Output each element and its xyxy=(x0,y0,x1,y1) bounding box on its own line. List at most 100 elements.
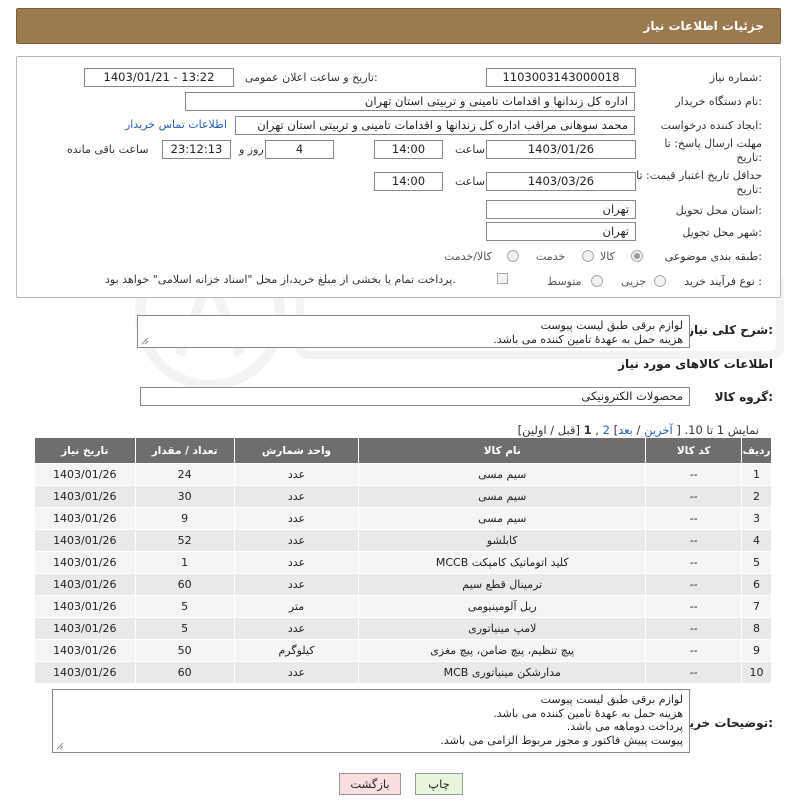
header-unit: واحد شمارش xyxy=(233,437,360,464)
category-service-radio[interactable] xyxy=(582,250,594,262)
process-medium-radio[interactable] xyxy=(591,275,603,287)
buyer-notes-line-3: پرداخت دوماهه می باشد. xyxy=(566,720,683,733)
cell-item-name: ترمینال قطع سیم xyxy=(358,573,647,596)
table-row: 9 -- پیچ تنظیم، پیچ ضامن، پیچ مغزی کیلوگرم 5… xyxy=(34,639,772,662)
pagination-current-page: 1 xyxy=(583,423,592,437)
pagination-summary: نمایش 1 تا 10. xyxy=(684,423,759,437)
cell-unit: عدد xyxy=(233,463,360,486)
validity-time-label: ساعت xyxy=(455,175,485,188)
description-label: شرح کلی نیاز: xyxy=(687,323,773,337)
page-header: جزئیات اطلاعات نیاز xyxy=(16,8,781,44)
pagination-last-link[interactable]: آخرین xyxy=(644,423,673,437)
cell-unit: متر xyxy=(233,595,360,618)
cell-quantity: 50 xyxy=(134,639,235,662)
cell-unit: عدد xyxy=(233,661,360,684)
cell-item-name: کابلشو xyxy=(358,529,647,552)
header-quantity: تعداد / مقدار xyxy=(134,437,235,464)
header-row-number: ردیف xyxy=(741,437,772,464)
buyer-org-field: اداره کل زندانها و اقدامات تامینی و تربی… xyxy=(185,92,635,111)
table-row: 3 -- سیم مسی عدد 9 1403/01/26 xyxy=(34,507,772,530)
cell-item-code: -- xyxy=(645,551,743,574)
cell-unit: کیلوگرم xyxy=(233,639,360,662)
cell-quantity: 1 xyxy=(134,551,235,574)
cell-item-name: پیچ تنظیم، پیچ ضامن، پیچ مغزی xyxy=(358,639,647,662)
table-row: 6 -- ترمینال قطع سیم عدد 60 1403/01/26 xyxy=(34,573,772,596)
buyer-contact-link[interactable]: اطلاعات تماس خریدار xyxy=(125,118,227,131)
table-row: 8 -- لامپ مینیاتوری عدد 5 1403/01/26 xyxy=(34,617,772,640)
reply-time-label: ساعت xyxy=(455,143,485,156)
goods-group-label: گروه کالا: xyxy=(714,390,773,404)
process-partial-radio[interactable] xyxy=(654,275,666,287)
cell-quantity: 52 xyxy=(134,529,235,552)
cell-row-number: 5 xyxy=(741,551,772,574)
cell-row-number: 9 xyxy=(741,639,772,662)
category-service-label: خدمت xyxy=(536,250,566,263)
cell-need-date: 1403/01/26 xyxy=(34,617,136,640)
resize-handle-icon[interactable] xyxy=(141,337,149,345)
pagination-open-bracket: [ xyxy=(676,423,681,437)
treasury-payment-checkbox[interactable] xyxy=(497,273,508,284)
creator-field: محمد سوهانی مراقب اداره کل زندانها و اقد… xyxy=(235,116,635,135)
category-goods-radio[interactable] xyxy=(631,250,643,262)
cell-need-date: 1403/01/26 xyxy=(34,551,136,574)
buyer-notes-line-1: لوازم برقی طبق لیست پیوست xyxy=(540,693,683,706)
cell-item-code: -- xyxy=(645,595,743,618)
pagination-prev-first: [قبل / اولین] xyxy=(517,423,580,437)
time-remaining-field: 23:12:13 xyxy=(162,140,231,159)
cell-item-name: لامپ مینیاتوری xyxy=(358,617,647,640)
province-field: تهران xyxy=(486,200,636,219)
items-table: ردیف کد کالا نام کالا واحد شمارش تعداد /… xyxy=(34,437,772,684)
price-validity-label-2: تاریخ: xyxy=(736,183,762,196)
cell-need-date: 1403/01/26 xyxy=(34,529,136,552)
cell-need-date: 1403/01/26 xyxy=(34,507,136,530)
cell-item-name: سیم مسی xyxy=(358,507,647,530)
cell-need-date: 1403/01/26 xyxy=(34,485,136,508)
print-button[interactable]: چاپ xyxy=(415,773,463,795)
back-button[interactable]: بازگشت xyxy=(339,773,401,795)
reply-time-field: 14:00 xyxy=(374,140,443,159)
cell-quantity: 5 xyxy=(134,617,235,640)
need-info-panel: شماره نیاز: 1103003143000018 تاریخ و ساع… xyxy=(16,56,781,298)
cell-item-code: -- xyxy=(645,485,743,508)
buyer-notes-textarea[interactable]: لوازم برقی طبق لیست پیوست هزینه حمل به ع… xyxy=(52,689,690,753)
resize-handle-icon[interactable] xyxy=(56,742,64,750)
cell-need-date: 1403/01/26 xyxy=(34,595,136,618)
creator-label: ایجاد کننده درخواست: xyxy=(660,119,762,132)
cell-item-name: ریل آلومینیومی xyxy=(358,595,647,618)
header-item-code: کد کالا xyxy=(645,437,743,464)
treasury-payment-note: پرداخت تمام یا بخشی از مبلغ خرید،از محل … xyxy=(105,273,456,286)
reply-deadline-label-2: تاریخ: xyxy=(736,151,762,164)
process-type-label: نوع فرآیند خرید : xyxy=(684,275,762,288)
cell-row-number: 1 xyxy=(741,463,772,486)
table-header-row: ردیف کد کالا نام کالا واحد شمارش تعداد /… xyxy=(34,437,772,464)
days-remaining-field: 4 xyxy=(265,140,334,159)
buyer-notes-line-4: پیوست پییش فاکتور و مجوز مربوط الزامی می… xyxy=(440,733,683,747)
process-partial-label: جزیی xyxy=(621,275,647,288)
description-line-2: هزینه حمل به عهدۀ تامین کننده می باشد. xyxy=(493,332,683,346)
validity-time-field: 14:00 xyxy=(374,172,443,191)
cell-unit: عدد xyxy=(233,617,360,640)
goods-group-field: محصولات الکترونیکی xyxy=(140,387,690,406)
cell-quantity: 60 xyxy=(134,661,235,684)
announce-date-label: تاریخ و ساعت اعلان عمومی: xyxy=(245,71,378,84)
city-label: شهر محل تحویل: xyxy=(682,226,762,239)
cell-item-code: -- xyxy=(645,573,743,596)
cell-row-number: 3 xyxy=(741,507,772,530)
days-label: روز و xyxy=(239,143,264,156)
header-item-name: نام کالا xyxy=(358,437,647,464)
cell-item-code: -- xyxy=(645,617,743,640)
cell-need-date: 1403/01/26 xyxy=(34,573,136,596)
pagination-next-link[interactable]: بعد xyxy=(618,423,633,437)
pagination-page-2-link[interactable]: 2 xyxy=(603,423,610,437)
cell-item-code: -- xyxy=(645,463,743,486)
process-medium-label: متوسط xyxy=(547,275,582,288)
table-row: 2 -- سیم مسی عدد 30 1403/01/26 xyxy=(34,485,772,508)
category-both-radio[interactable] xyxy=(507,250,519,262)
province-label: استان محل تحویل: xyxy=(675,204,762,217)
category-both-label: کالا/خدمت xyxy=(444,250,492,263)
description-textarea[interactable]: لوازم برقی طبق لیست پیوست هزینه حمل به ع… xyxy=(137,315,690,348)
reply-date-field: 1403/01/26 xyxy=(486,140,636,159)
cell-row-number: 8 xyxy=(741,617,772,640)
table-row: 7 -- ریل آلومینیومی متر 5 1403/01/26 xyxy=(34,595,772,618)
cell-row-number: 6 xyxy=(741,573,772,596)
